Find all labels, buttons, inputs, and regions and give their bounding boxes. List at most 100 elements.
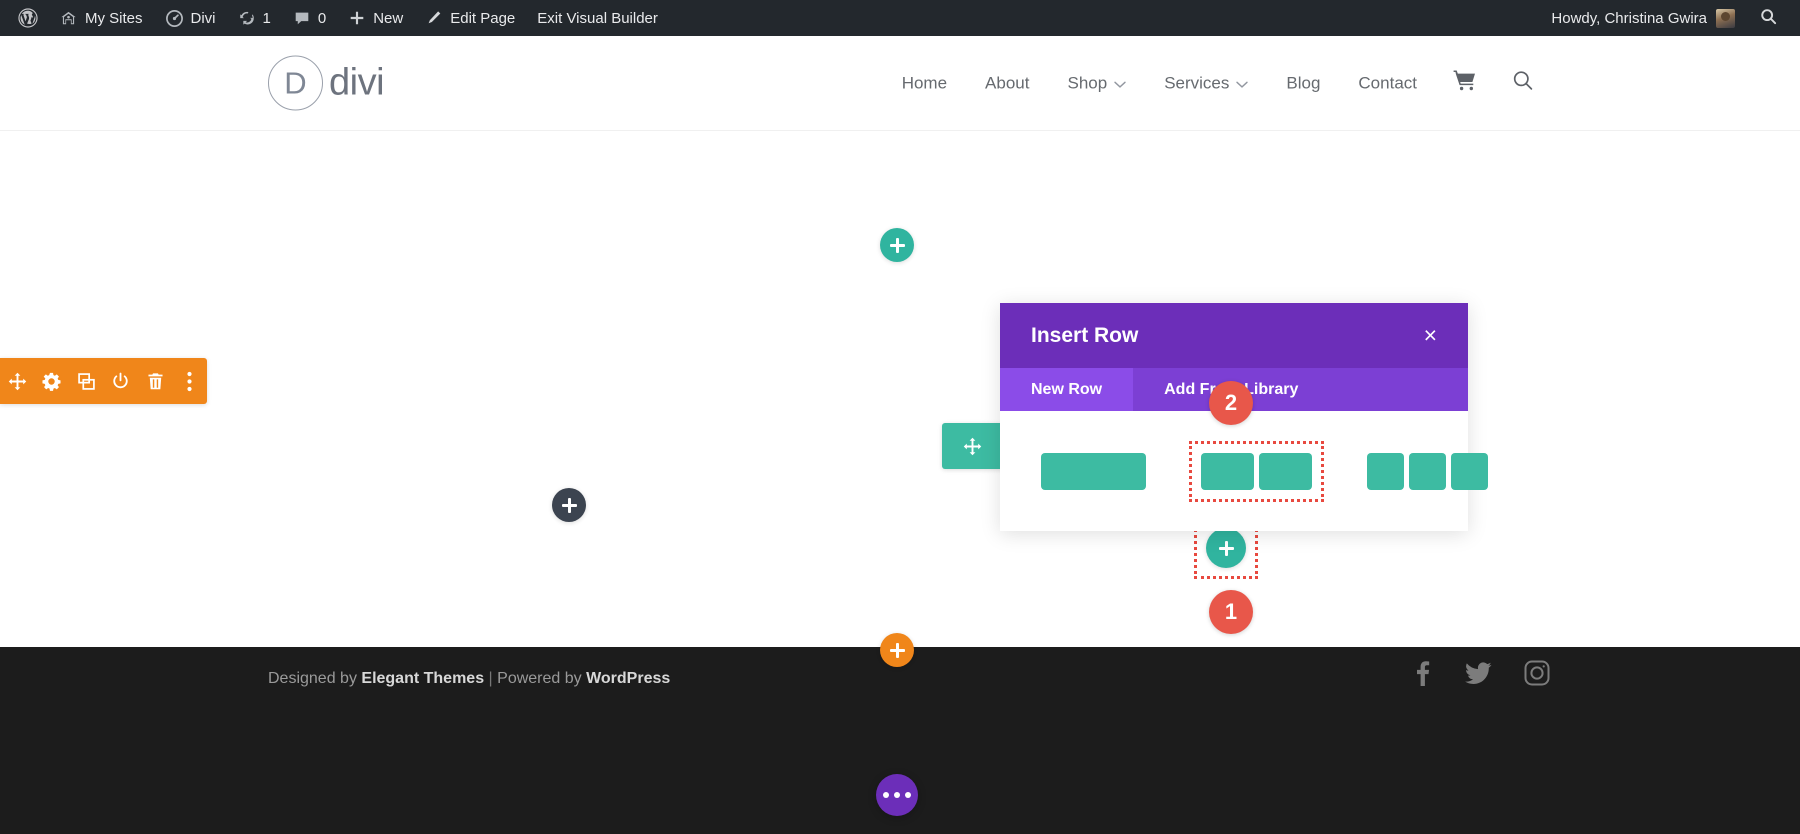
footer-credit-platform[interactable]: WordPress — [586, 670, 670, 687]
comment-bubble-icon — [293, 9, 311, 27]
layout-column — [1367, 452, 1404, 490]
nav-label-blog: Blog — [1286, 73, 1321, 92]
tab-new-row[interactable]: New Row — [1000, 368, 1134, 411]
footer-social-links — [1411, 660, 1550, 686]
admin-bar-right-group: Howdy, Christina Gwira — [1539, 0, 1800, 36]
plus-icon — [889, 642, 905, 658]
move-section-button[interactable] — [0, 358, 35, 404]
ellipsis-vertical-icon — [186, 371, 193, 392]
nav-item-shop[interactable]: Shop — [1048, 73, 1145, 93]
layout-column — [1259, 452, 1312, 490]
admin-bar-item-comments[interactable]: 0 — [282, 0, 337, 36]
step-badge-2: 2 — [1209, 381, 1253, 425]
move-arrows-icon — [963, 437, 982, 456]
chevron-down-icon — [1236, 78, 1249, 90]
site-logo[interactable]: D divi — [268, 55, 385, 111]
gear-icon — [42, 372, 61, 391]
nav-item-blog[interactable]: Blog — [1267, 73, 1339, 93]
plus-icon — [561, 497, 577, 513]
layout-column — [1041, 452, 1146, 490]
admin-bar-label-my-sites: My Sites — [85, 9, 143, 27]
tab-label-new-row: New Row — [1031, 380, 1103, 398]
search-icon — [1511, 69, 1535, 98]
move-row-button[interactable] — [942, 423, 1002, 469]
disable-section-button[interactable] — [104, 358, 139, 404]
nav-item-home[interactable]: Home — [883, 73, 966, 93]
instagram-icon[interactable] — [1524, 660, 1550, 686]
footer-credit-prefix: Designed by — [268, 670, 362, 687]
footer-credit-powered: Powered by — [497, 670, 587, 687]
step-badge-1: 1 — [1209, 590, 1253, 634]
cart-button[interactable] — [1436, 70, 1494, 97]
close-icon[interactable]: × — [1424, 324, 1437, 347]
modal-title: Insert Row — [1031, 323, 1139, 347]
site-header: D divi Home About Shop Services Blog Con… — [0, 36, 1800, 131]
row-layout-three-column[interactable] — [1358, 444, 1497, 499]
divi-speedometer-icon — [165, 9, 184, 28]
footer-credit: Designed by Elegant Themes | Powered by … — [268, 670, 670, 688]
admin-bar-label-divi: Divi — [190, 9, 216, 27]
footer-credit-brand[interactable]: Elegant Themes — [361, 670, 484, 687]
page-settings-button[interactable] — [876, 774, 918, 816]
admin-bar-left-group: My Sites Divi 1 0 New Edit Page Exit Vis… — [0, 0, 669, 36]
divi-visual-builder-screen: My Sites Divi 1 0 New Edit Page Exit Vis… — [0, 0, 1800, 834]
modal-body-row-layouts — [1000, 411, 1488, 531]
nav-label-shop: Shop — [1067, 73, 1108, 92]
section-toolbar — [0, 358, 207, 404]
howdy-label: Howdy, Christina Gwira — [1551, 9, 1707, 27]
plus-icon — [889, 237, 905, 253]
nav-item-services[interactable]: Services — [1145, 73, 1267, 93]
chevron-down-icon — [1114, 78, 1126, 90]
section-settings-button[interactable] — [35, 358, 70, 404]
admin-bar-item-new[interactable]: New — [337, 0, 414, 36]
nav-label-services: Services — [1164, 73, 1230, 92]
admin-bar-item-edit-page[interactable]: Edit Page — [414, 0, 526, 36]
layout-column — [1409, 452, 1446, 490]
admin-bar-wordpress-logo[interactable] — [8, 0, 48, 36]
duplicate-section-button[interactable] — [69, 358, 104, 404]
row-layout-two-column[interactable] — [1189, 440, 1324, 502]
admin-bar-item-my-sites[interactable]: My Sites — [48, 0, 154, 36]
updates-icon — [238, 9, 256, 27]
admin-bar-search-button[interactable] — [1747, 7, 1790, 30]
sites-icon — [59, 9, 78, 28]
admin-bar-label-new: New — [373, 9, 404, 27]
modal-header: Insert Row × — [1000, 303, 1468, 368]
wordpress-icon — [17, 7, 39, 29]
power-icon — [111, 372, 130, 391]
nav-label-about: About — [985, 73, 1030, 92]
admin-bar-item-updates[interactable]: 1 — [227, 0, 282, 36]
facebook-icon[interactable] — [1411, 660, 1433, 686]
layout-column — [1201, 452, 1254, 490]
admin-bar-label-exit-visual-builder: Exit Visual Builder — [537, 9, 658, 27]
ellipsis-horizontal-icon — [883, 792, 911, 798]
nav-item-about[interactable]: About — [966, 73, 1048, 93]
admin-bar-howdy[interactable]: Howdy, Christina Gwira — [1539, 8, 1747, 28]
add-section-top-button[interactable] — [880, 228, 914, 262]
site-search-button[interactable] — [1494, 69, 1552, 98]
nav-label-home: Home — [901, 73, 948, 92]
nav-item-contact[interactable]: Contact — [1339, 73, 1436, 93]
divi-logo-mark: D — [268, 55, 323, 111]
section-more-options-button[interactable] — [173, 358, 208, 404]
trash-icon — [146, 372, 165, 391]
add-section-bottom-button[interactable] — [880, 633, 914, 667]
admin-bar-item-divi[interactable]: Divi — [154, 0, 227, 36]
page-canvas — [0, 131, 1800, 647]
shopping-cart-icon — [1453, 70, 1477, 97]
footer-credit-separator: | — [484, 670, 498, 687]
nav-label-contact: Contact — [1358, 73, 1417, 92]
primary-navigation: Home About Shop Services Blog Contact — [883, 69, 1552, 98]
delete-section-button[interactable] — [138, 358, 173, 404]
add-row-button[interactable] — [552, 488, 586, 522]
wp-admin-bar: My Sites Divi 1 0 New Edit Page Exit Vis… — [0, 0, 1800, 36]
admin-bar-label-comments-count: 0 — [317, 9, 327, 27]
plus-icon — [348, 9, 366, 27]
avatar — [1716, 8, 1735, 28]
layout-column — [1451, 452, 1488, 490]
twitter-icon[interactable] — [1465, 661, 1492, 685]
search-icon — [1759, 7, 1778, 30]
admin-bar-item-exit-visual-builder[interactable]: Exit Visual Builder — [526, 0, 669, 36]
pencil-icon — [425, 9, 443, 27]
row-layout-one-column[interactable] — [1032, 444, 1155, 499]
